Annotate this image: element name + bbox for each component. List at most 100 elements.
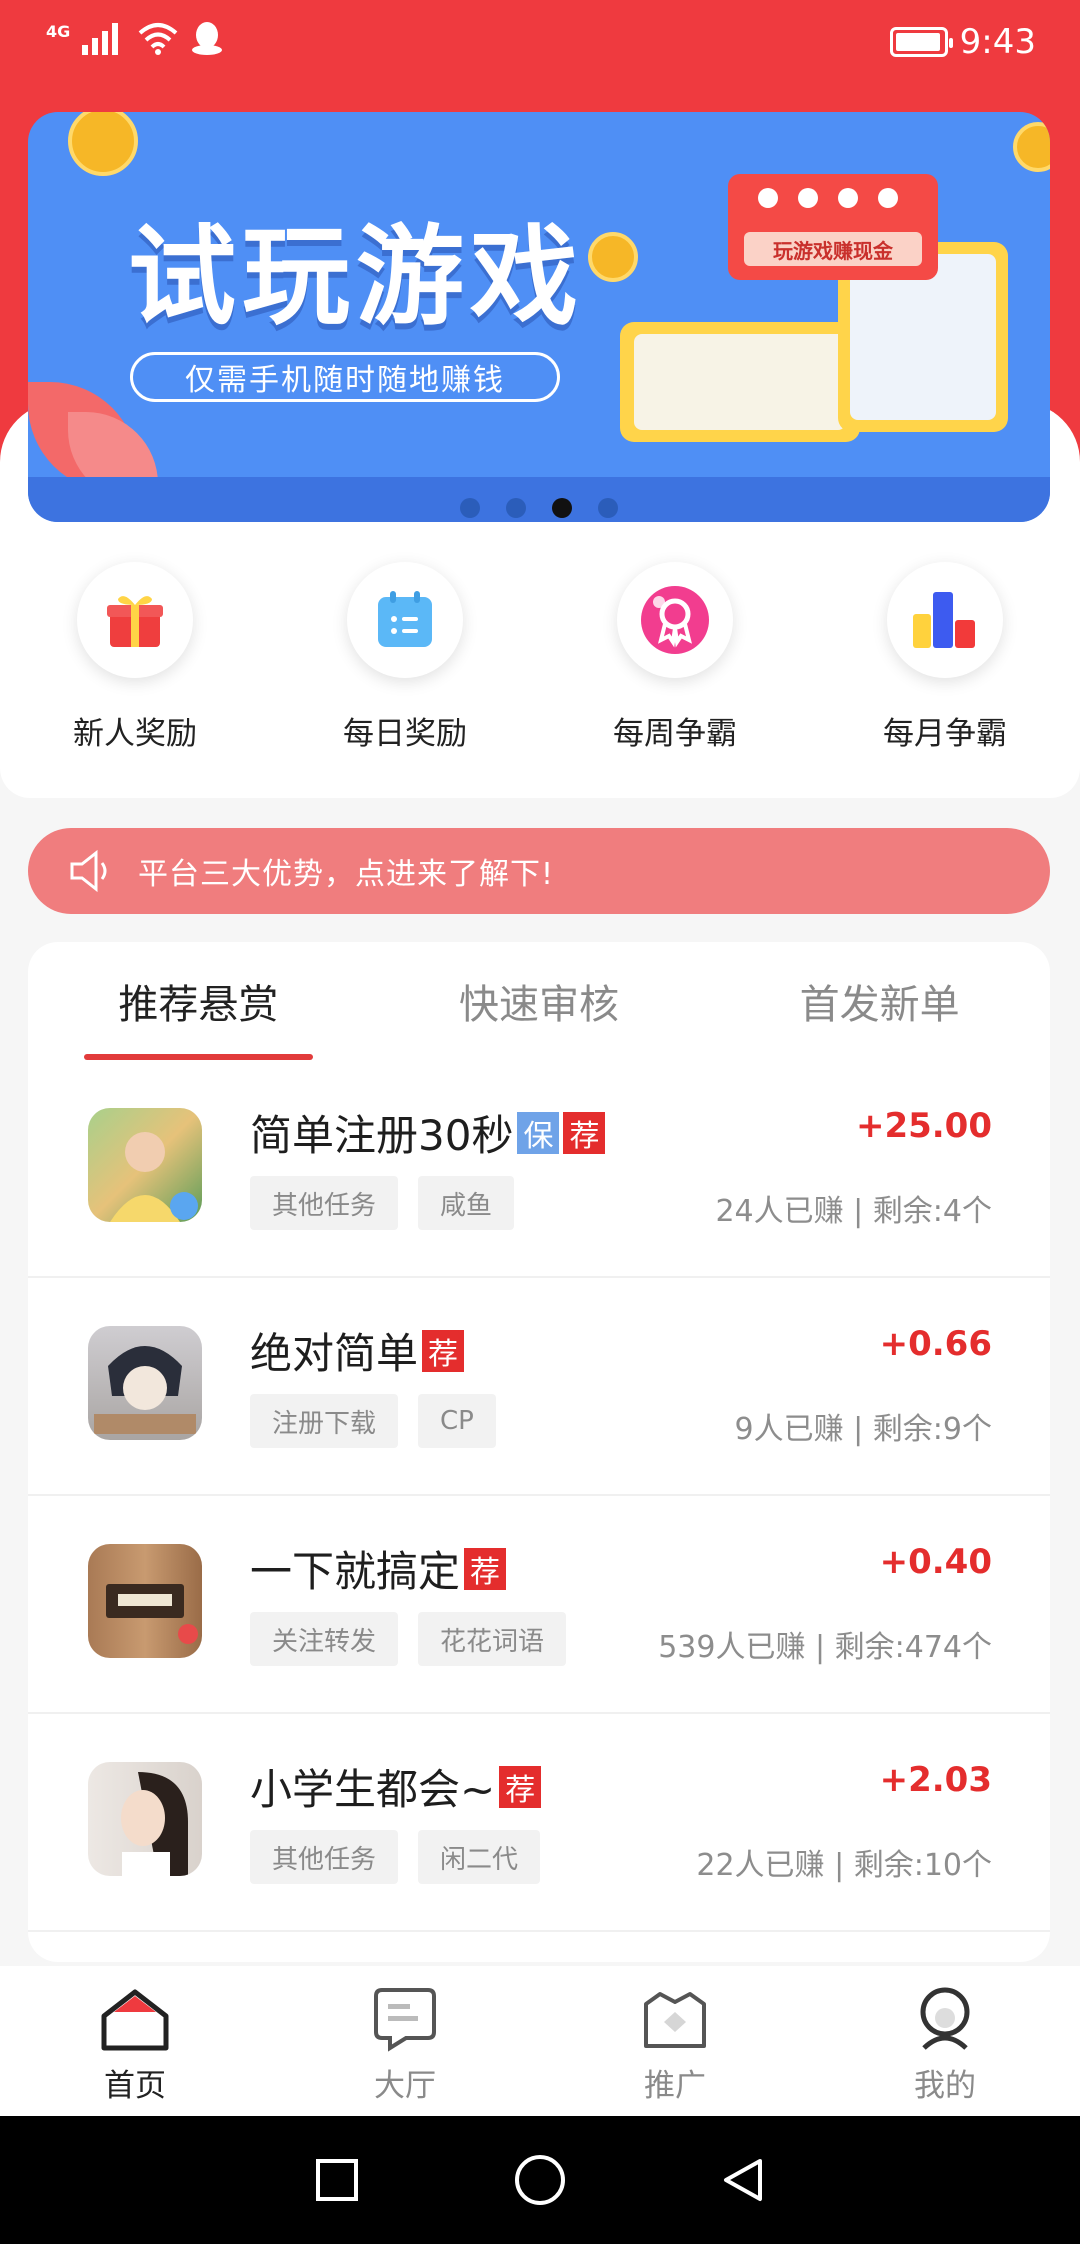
tab-recommended[interactable]: 推荐悬赏	[28, 942, 369, 1060]
home-icon	[101, 1989, 169, 2051]
quick-action-label: 新人奖励	[73, 716, 197, 752]
task-title: 小学生都会~ 荐	[250, 1756, 542, 1817]
coin-icon	[588, 232, 638, 282]
task-title-text: 简单注册30秒	[250, 1111, 514, 1160]
quick-action-monthly[interactable]: 每月争霸	[845, 562, 1045, 798]
task-reward: +25.00	[855, 1106, 992, 1146]
nav-label: 我的	[914, 2068, 976, 2104]
tab-new-orders[interactable]: 首发新单	[709, 942, 1050, 1060]
indicator-dot[interactable]	[460, 498, 480, 518]
quick-action-label: 每周争霸	[613, 716, 737, 752]
quick-action-weekly[interactable]: 每周争霸	[575, 562, 775, 798]
task-title-text: 一下就搞定	[250, 1547, 461, 1596]
task-row[interactable]: 简单注册30秒 保 荐 其他任务 咸鱼 +25.00 24人已赚 | 剩余:4个	[28, 1060, 1050, 1278]
task-row[interactable]: 绝对简单 荐 注册下载 CP +0.66 9人已赚 | 剩余:9个	[28, 1278, 1050, 1496]
status-right: 9:43	[889, 22, 1036, 62]
task-tag: 其他任务	[250, 1830, 399, 1884]
nav-promote[interactable]: 推广	[540, 1966, 810, 2116]
guarantee-badge: 保	[517, 1111, 560, 1154]
tab-fast-review[interactable]: 快速审核	[369, 942, 710, 1060]
coin-icon	[1013, 122, 1050, 172]
indicator-dot[interactable]	[506, 498, 526, 518]
banner-title: 试玩游戏	[128, 215, 585, 340]
home-circle-icon[interactable]	[512, 2152, 568, 2208]
promote-icon	[644, 1992, 706, 2048]
hall-icon	[374, 1988, 436, 2052]
quick-action-label: 每日奖励	[343, 716, 467, 752]
task-stats: 539人已赚 | 剩余:474个	[658, 1630, 992, 1665]
task-tag: 其他任务	[250, 1176, 399, 1230]
bottom-navigation: 首页 大厅 推广 我的	[0, 1966, 1080, 2116]
task-tabs: 推荐悬赏 快速审核 首发新单	[28, 942, 1050, 1060]
bubble-text: 玩游戏赚现金	[744, 232, 922, 266]
quick-actions: 新人奖励 每日奖励 每周争霸 每月争霸	[0, 522, 1080, 798]
task-title: 一下就搞定 荐	[250, 1538, 507, 1599]
back-icon[interactable]	[718, 2155, 768, 2205]
nav-profile[interactable]: 我的	[810, 1966, 1080, 2116]
notice-text: 平台三大优势，点进来了解下!	[138, 857, 555, 892]
recommend-badge: 荐	[563, 1111, 606, 1154]
task-tag: 咸鱼	[418, 1176, 515, 1230]
bar-chart-icon	[887, 562, 1003, 678]
notice-bar[interactable]: 平台三大优势，点进来了解下!	[28, 828, 1050, 914]
quick-action-label: 每月争霸	[883, 716, 1007, 752]
indicator-dot[interactable]	[598, 498, 618, 518]
task-tag: 关注转发	[250, 1612, 399, 1666]
nav-hall[interactable]: 大厅	[270, 1966, 540, 2116]
speaker-icon	[70, 849, 107, 893]
quick-action-newcomer[interactable]: 新人奖励	[35, 562, 235, 798]
recommend-badge: 荐	[464, 1547, 507, 1590]
nav-label: 大厅	[374, 2068, 436, 2104]
task-avatar	[88, 1326, 202, 1440]
calendar-icon	[347, 562, 463, 678]
coins-row-icon	[758, 188, 898, 208]
task-panel: 推荐悬赏 快速审核 首发新单 简单注册30秒 保 荐 其他任务 咸鱼 +25.0…	[28, 942, 1050, 1962]
task-title: 简单注册30秒 保 荐	[250, 1102, 606, 1163]
status-left: 4G	[46, 20, 224, 56]
battery-icon	[889, 27, 953, 57]
wifi-icon	[138, 23, 178, 55]
nav-label: 推广	[644, 2068, 706, 2104]
task-reward: +2.03	[879, 1760, 992, 1800]
signal-icon	[82, 23, 119, 55]
task-tags: 其他任务 闲二代	[250, 1830, 541, 1884]
status-bar: 4G 9:43	[0, 0, 1080, 90]
task-tag: 闲二代	[418, 1830, 541, 1884]
task-row[interactable]: 小学生都会~ 荐 其他任务 闲二代 +2.03 22人已赚 | 剩余:10个	[28, 1714, 1050, 1932]
recents-icon[interactable]	[312, 2155, 362, 2205]
banner-indicator	[28, 498, 1050, 522]
task-tags: 注册下载 CP	[250, 1394, 496, 1448]
profile-icon	[920, 1987, 970, 2050]
task-reward: +0.40	[879, 1542, 992, 1582]
task-avatar	[88, 1762, 202, 1876]
gift-icon	[77, 562, 193, 678]
task-tag: CP	[418, 1394, 496, 1448]
recommend-badge: 荐	[422, 1329, 465, 1372]
task-tags: 其他任务 咸鱼	[250, 1176, 515, 1230]
recommend-badge: 荐	[499, 1765, 542, 1808]
nav-label: 首页	[104, 2068, 166, 2104]
task-reward: +0.66	[879, 1324, 992, 1364]
system-navigation-bar	[0, 2116, 1080, 2244]
banner-artwork: 玩游戏赚现金 试玩游戏 仅需手机随时随地赚钱	[28, 112, 1050, 522]
promo-banner[interactable]: 玩游戏赚现金 试玩游戏 仅需手机随时随地赚钱	[28, 112, 1050, 522]
task-stats: 9人已赚 | 剩余:9个	[734, 1412, 992, 1447]
task-stats: 22人已赚 | 剩余:10个	[696, 1848, 992, 1883]
task-tags: 关注转发 花花词语	[250, 1612, 567, 1666]
nav-home[interactable]: 首页	[0, 1966, 270, 2116]
task-row[interactable]: 一下就搞定 荐 关注转发 花花词语 +0.40 539人已赚 | 剩余:474个	[28, 1496, 1050, 1714]
task-avatar	[88, 1544, 202, 1658]
task-tag: 花花词语	[418, 1612, 567, 1666]
badge-icon	[617, 562, 733, 678]
task-stats: 24人已赚 | 剩余:4个	[715, 1194, 992, 1229]
qq-icon	[192, 22, 223, 55]
task-title: 绝对简单 荐	[250, 1320, 465, 1381]
phone-illustration	[620, 322, 860, 442]
task-title-text: 小学生都会~	[250, 1765, 496, 1814]
coin-icon	[68, 112, 138, 176]
task-tag: 注册下载	[250, 1394, 399, 1448]
quick-action-daily[interactable]: 每日奖励	[305, 562, 505, 798]
network-label: 4G	[46, 21, 71, 41]
indicator-dot-active[interactable]	[552, 498, 572, 518]
banner-subtitle: 仅需手机随时随地赚钱	[130, 352, 560, 402]
